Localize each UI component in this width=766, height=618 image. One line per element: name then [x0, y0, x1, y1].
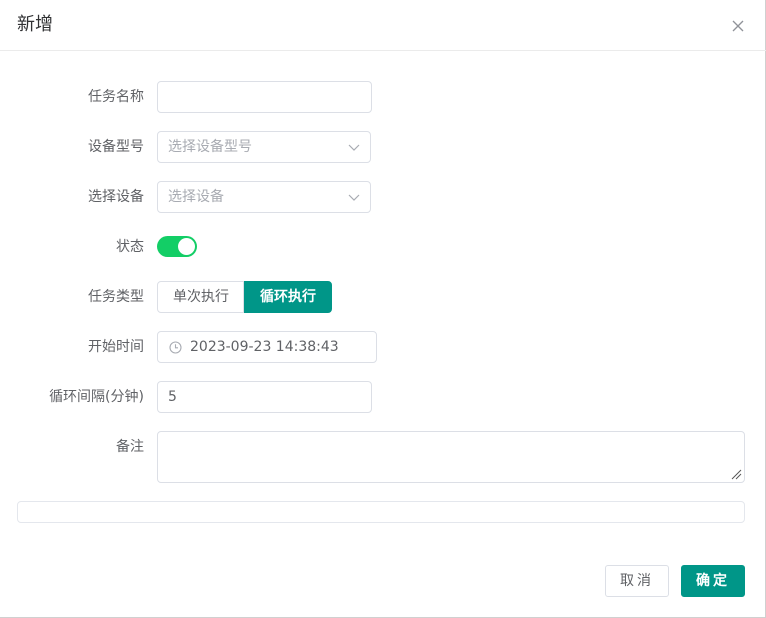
- cancel-button[interactable]: 取消: [605, 565, 669, 597]
- chevron-down-icon: [348, 144, 360, 151]
- confirm-button[interactable]: 确定: [681, 565, 745, 597]
- clock-icon: [169, 341, 182, 354]
- add-dialog: 新增 任务名称 设备型号 选择设备型号 选择设备 选择设备 状态 任务类型 单次…: [0, 0, 766, 618]
- remark-textarea[interactable]: [157, 431, 745, 483]
- interval-label: 循环间隔(分钟): [49, 389, 144, 405]
- task-name-input[interactable]: [157, 81, 372, 113]
- empty-panel: [17, 501, 745, 523]
- interval-input[interactable]: 5: [157, 381, 372, 413]
- switch-knob: [178, 238, 195, 255]
- chevron-down-icon: [348, 194, 360, 201]
- device-model-select[interactable]: 选择设备型号: [157, 131, 371, 163]
- close-icon[interactable]: [728, 16, 748, 36]
- device-placeholder: 选择设备: [168, 189, 224, 205]
- dialog-header: 新增: [0, 0, 766, 51]
- dialog-title: 新增: [17, 14, 53, 35]
- resize-handle-icon[interactable]: [731, 469, 742, 480]
- remark-label: 备注: [116, 439, 144, 455]
- radio-single-execution[interactable]: 单次执行: [157, 281, 244, 313]
- status-label: 状态: [116, 239, 144, 255]
- device-select[interactable]: 选择设备: [157, 181, 371, 213]
- device-model-label: 设备型号: [88, 139, 144, 155]
- start-time-value: 2023-09-23 14:38:43: [190, 339, 339, 355]
- task-type-label: 任务类型: [88, 289, 144, 305]
- device-label: 选择设备: [88, 189, 144, 205]
- task-name-label: 任务名称: [88, 89, 144, 105]
- task-type-radio-group: 单次执行 循环执行: [157, 281, 332, 313]
- start-time-picker[interactable]: 2023-09-23 14:38:43: [157, 331, 377, 363]
- radio-loop-execution[interactable]: 循环执行: [244, 281, 332, 313]
- device-model-placeholder: 选择设备型号: [168, 139, 252, 155]
- start-time-label: 开始时间: [88, 339, 144, 355]
- status-switch[interactable]: [157, 236, 197, 257]
